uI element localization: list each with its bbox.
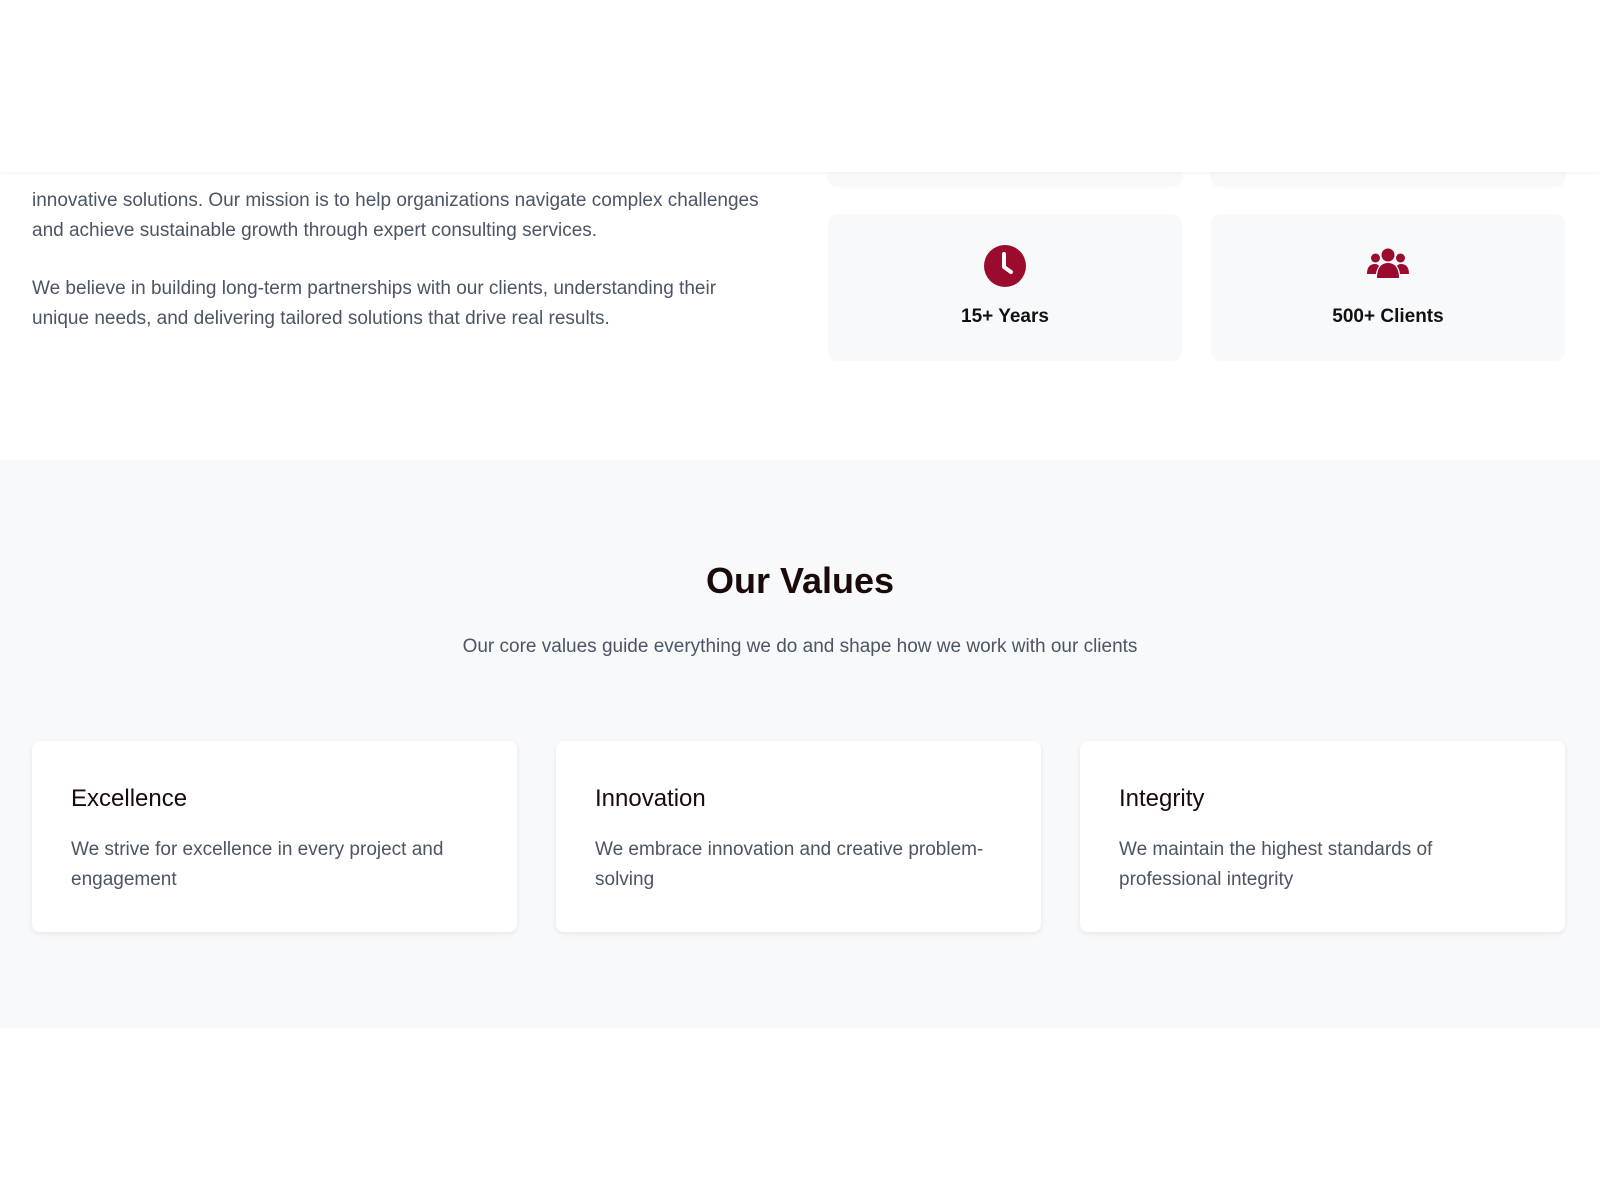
value-card-description: We maintain the highest standards of pro… bbox=[1119, 839, 1433, 890]
stat-label: 15+ Years bbox=[961, 306, 1049, 327]
page-bottom-space bbox=[0, 1028, 1600, 1200]
about-paragraph-partnership: We believe in building long-term partner… bbox=[32, 278, 717, 329]
value-card-title: Excellence bbox=[71, 785, 188, 812]
section-subtitle: Our core values guide everything we do a… bbox=[462, 636, 1138, 657]
value-card-innovation: Innovation We embrace innovation and cre… bbox=[556, 741, 1041, 932]
stat-label: 500+ Clients bbox=[1332, 306, 1444, 327]
section-title: Our Values bbox=[705, 560, 895, 601]
value-card-description: We strive for excellence in every projec… bbox=[71, 839, 444, 890]
value-card-description: We embrace innovation and creative probl… bbox=[595, 839, 984, 890]
site-header bbox=[0, 0, 1600, 172]
users-icon bbox=[1367, 248, 1409, 278]
value-card-title: Innovation bbox=[595, 785, 706, 812]
about-paragraph-mission: innovative solutions. Our mission is to … bbox=[32, 190, 759, 241]
values-section: Our Values Our core values guide everyth… bbox=[0, 460, 1600, 1028]
value-card-excellence: Excellence We strive for excellence in e… bbox=[32, 741, 517, 932]
stat-card-years: 15+ Years bbox=[828, 214, 1182, 361]
value-card-title: Integrity bbox=[1119, 785, 1205, 812]
value-card-integrity: Integrity We maintain the highest standa… bbox=[1080, 741, 1565, 932]
about-text: innovative solutions. Our mission is to … bbox=[32, 150, 762, 362]
clock-icon bbox=[984, 245, 1026, 287]
stat-card-clients: 500+ Clients bbox=[1211, 214, 1565, 361]
